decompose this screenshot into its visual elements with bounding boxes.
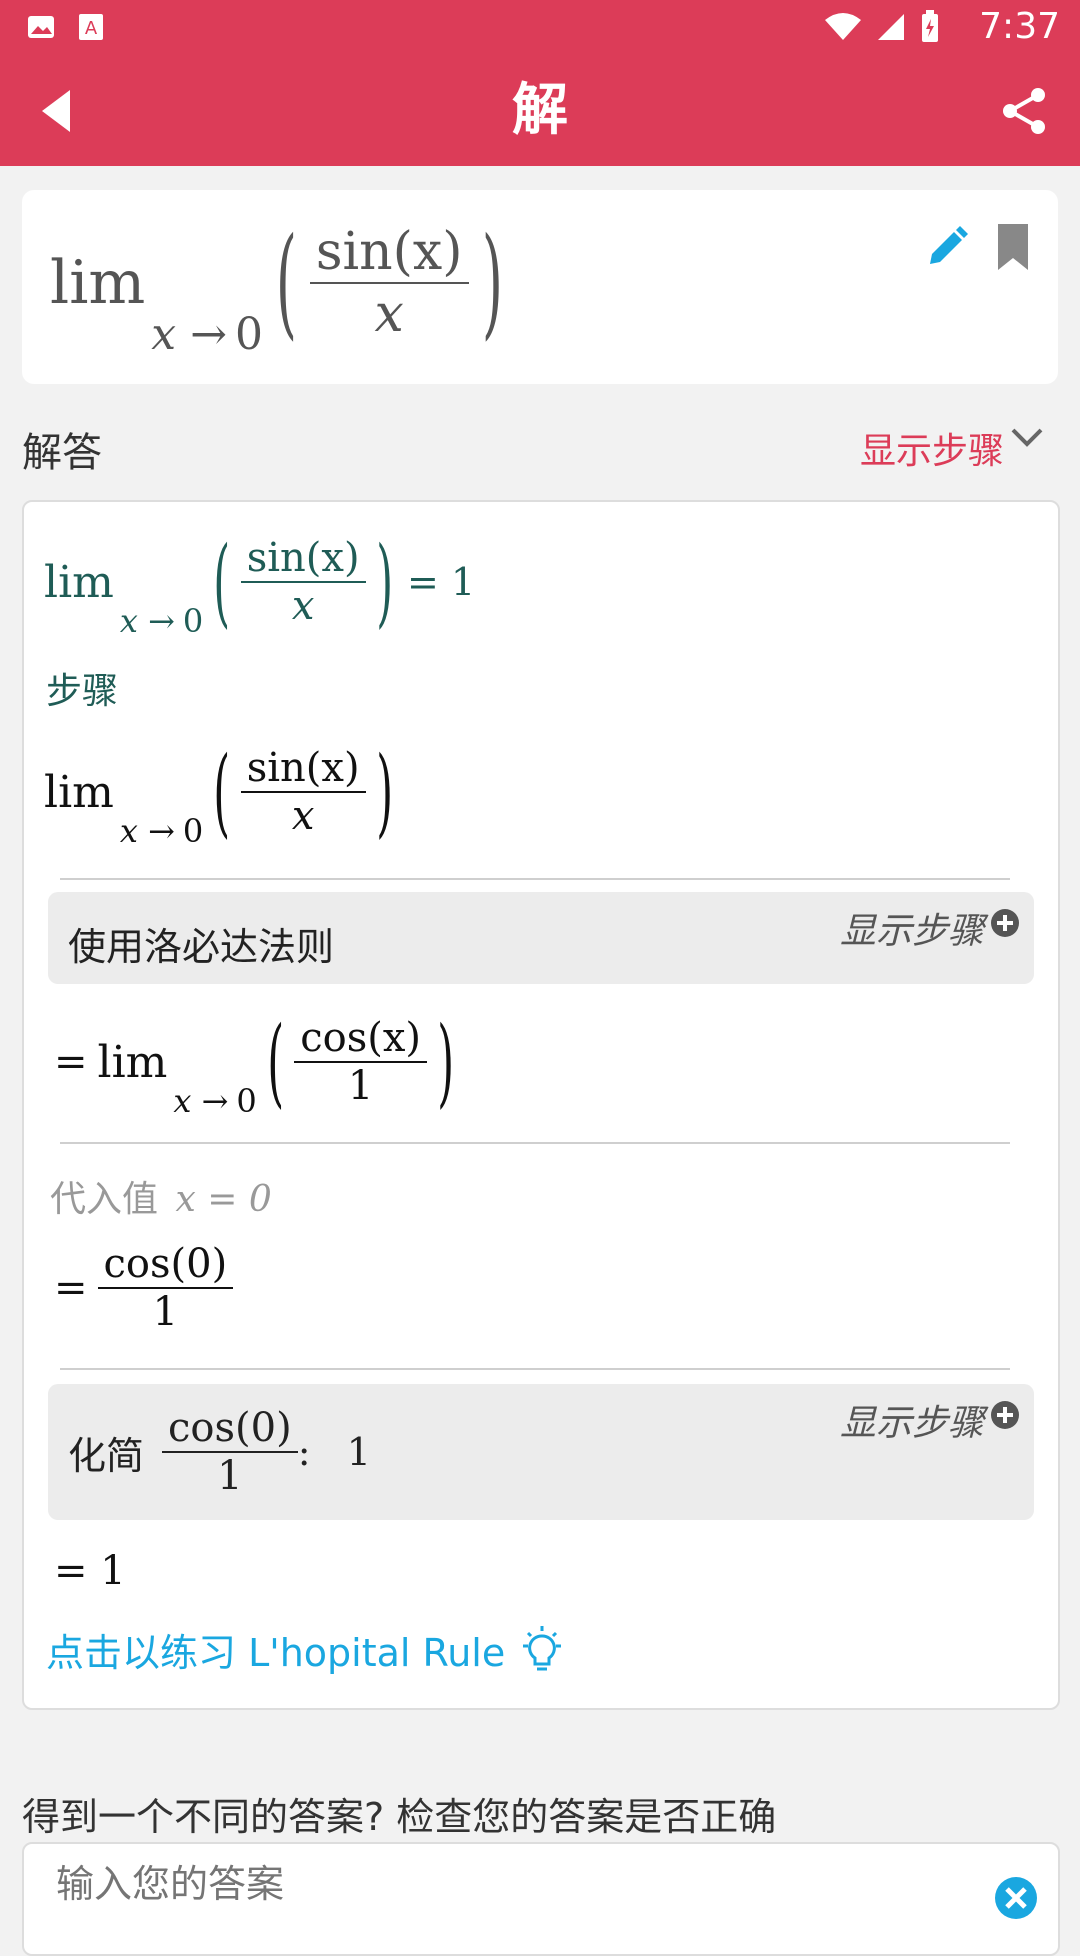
wifi-icon [825,13,861,40]
answer-input[interactable] [54,1858,958,1910]
final-result: = 1 [54,1548,126,1594]
numerator: cos(0) [162,1405,298,1453]
battery-icon [922,10,938,42]
simplify-result: : 1 [297,1430,371,1474]
limit-value: 0 [182,602,204,640]
steps-label: 步骤 [46,671,119,712]
practice-text: 点击以练习 L'hopital Rule [46,1631,506,1675]
denominator: x [291,583,315,629]
numerator: cos(0) [97,1241,234,1289]
substitute-label: 代入值 x = 0 [50,1179,272,1220]
step-title: 使用洛必达法则 [68,925,335,969]
solution-header: 解答 显示步骤 [22,420,1058,480]
app-bar: 解 [0,56,1080,166]
divider [60,1368,1010,1370]
limit-value: 0 [236,1082,257,1120]
step-substituted-expression: = cos(0) 1 [54,1238,234,1338]
share-icon[interactable] [1000,86,1050,136]
step-lhopital-box[interactable]: 使用洛必达法则 显示步骤 [48,892,1034,984]
left-paren: ( [213,526,231,638]
solution-label: 解答 [22,430,102,476]
cell-signal-icon [878,14,904,40]
limit-variable: x → [173,1082,229,1120]
right-paren: ) [375,736,393,848]
equals-sign: = [54,1039,88,1085]
lim-text: lim [44,766,114,818]
equals-sign: = [54,1265,88,1311]
fraction: cos(x) 1 [294,1015,428,1109]
answer-input-card [22,1842,1060,1956]
limit-variable: x → [119,602,175,640]
fraction: cos(0) 1 [162,1405,298,1499]
plus-circle-icon[interactable] [990,1400,1020,1430]
result-expression: lim x → 0 ( sin(x) x ) = 1 [44,526,476,640]
input-expression: lim x → 0 ( sin(x) x ) [50,213,515,360]
fraction: sin(x) x [240,535,366,629]
plus-circle-icon[interactable] [990,908,1020,938]
solution-card: lim x → 0 ( sin(x) x ) = 1 步骤 lim x → 0 … [22,500,1060,1710]
denominator: 1 [217,1453,243,1499]
status-bar: A 7:37 [0,0,1080,56]
divider [60,1142,1010,1144]
page-title: 解 [512,78,568,143]
chevron-down-icon[interactable] [1010,426,1044,452]
left-paren: ( [213,736,231,848]
lightbulb-icon [523,1625,562,1670]
practice-link[interactable]: 点击以练习 L'hopital Rule [46,1622,567,1677]
step-derivative-expression: = lim x → 0 ( cos(x) 1 ) [54,1006,464,1120]
right-paren: ) [437,1006,455,1118]
right-paren: ) [481,213,503,352]
right-paren: ) [375,526,393,638]
numerator: sin(x) [309,222,469,284]
lim-text: lim [50,248,146,318]
limit-variable: x → [151,309,227,360]
denominator: 1 [347,1063,374,1109]
left-paren: ( [267,1006,284,1118]
show-steps-link[interactable]: 显示步骤 [840,1394,984,1446]
show-steps-link[interactable]: 显示步骤 [860,422,1004,474]
input-expression-card[interactable]: lim x → 0 ( sin(x) x ) [22,190,1058,384]
font-notification-icon: A [79,14,103,40]
denominator: 1 [152,1289,179,1335]
clear-icon[interactable] [994,1876,1038,1920]
numerator: cos(x) [294,1015,428,1063]
limit-value: 0 [182,812,204,850]
bookmark-icon[interactable] [998,224,1028,270]
limit-variable: x → [119,812,175,850]
numerator: sin(x) [240,535,366,583]
fraction: sin(x) x [309,222,469,344]
step-original-expression: lim x → 0 ( sin(x) x ) [44,736,403,850]
lim-text: lim [44,556,114,608]
pencil-icon[interactable] [926,226,968,268]
result-value: = 1 [407,560,476,604]
different-answer-label: 得到一个不同的答案? 检查您的答案是否正确 [22,1795,777,1839]
denominator: x [374,284,404,344]
svg-text:A: A [85,18,98,39]
denominator: x [291,793,315,839]
lim-text: lim [97,1036,168,1088]
show-steps-link[interactable]: 显示步骤 [840,902,984,954]
left-paren: ( [275,213,297,352]
simplify-expression: 化简 cos(0) 1 : 1 [68,1402,371,1502]
fraction: cos(0) 1 [97,1241,234,1335]
fraction: sin(x) x [240,745,366,839]
clock: 7:37 [979,6,1060,47]
divider [60,878,1010,880]
limit-value: 0 [234,309,263,360]
step-title: 化简 [68,1433,145,1478]
image-notification-icon [28,16,54,38]
step-simplify-box[interactable]: 化简 cos(0) 1 : 1 显示步骤 [48,1384,1034,1520]
numerator: sin(x) [240,745,366,793]
